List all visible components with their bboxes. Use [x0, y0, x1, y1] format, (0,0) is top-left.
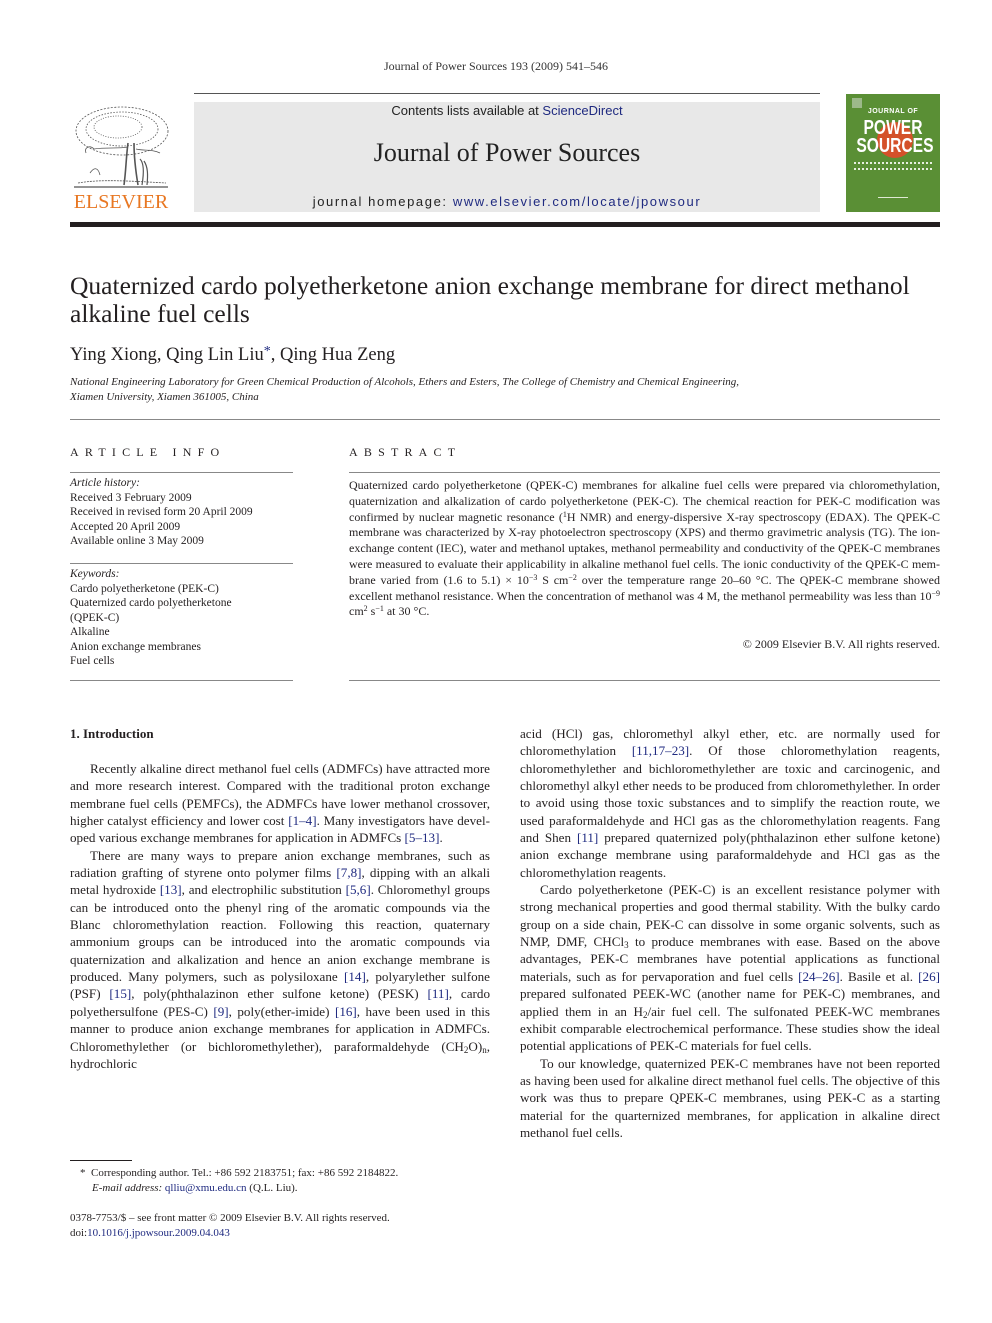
- cover-small-title: JOURNAL OF: [867, 108, 919, 115]
- front-matter: 0378-7753/$ – see front matter © 2009 El…: [70, 1211, 390, 1241]
- paragraph: Cardo polyetherketone (PEK-C) is an exce…: [520, 882, 940, 1054]
- section-heading-introduction: 1. Introduction: [70, 726, 154, 741]
- email-suffix: (Q.L. Liu).: [246, 1182, 298, 1194]
- cover-title-line2: SOURCES: [856, 135, 934, 157]
- keyword: Alkaline: [70, 626, 110, 638]
- history-item: Received in revised form 20 April 2009: [70, 506, 253, 518]
- citation-link[interactable]: [26]: [918, 969, 940, 984]
- history-item: Received 3 February 2009: [70, 491, 192, 504]
- keywords: Keywords: Cardo polyetherketone (PEK-C) …: [70, 567, 293, 669]
- keyword: Quaternized cardo polyetherketone: [70, 597, 232, 609]
- footnote-text: Corresponding author. Tel.: +86 592 2183…: [91, 1167, 399, 1179]
- author-name[interactable]: Qing Lin Liu: [166, 345, 264, 365]
- citation-link[interactable]: [11]: [427, 986, 448, 1001]
- contents-prefix: Contents lists available at: [391, 103, 543, 118]
- citation-link[interactable]: [7,8]: [336, 865, 361, 880]
- email-link[interactable]: qlliu@xmu.edu.cn: [165, 1182, 247, 1194]
- body-column-left: Recently alkaline direct methanol fuel c…: [70, 760, 490, 1072]
- author-list: Ying Xiong, Qing Lin Liu*, Qing Hua Zeng: [70, 344, 395, 366]
- citation-link[interactable]: [15]: [109, 986, 131, 1001]
- affiliation: National Engineering Laboratory for Gree…: [70, 375, 930, 404]
- elsevier-wordmark: ELSEVIER: [73, 191, 169, 213]
- email-label: E-mail address:: [92, 1182, 163, 1194]
- author-name[interactable]: Ying Xiong: [70, 345, 157, 365]
- divider: [70, 472, 293, 473]
- keyword: (QPEK-C): [70, 611, 120, 624]
- citation-link[interactable]: [13]: [160, 882, 182, 897]
- divider: [70, 419, 940, 420]
- cover-publisher-icon: [852, 98, 862, 108]
- elsevier-logo[interactable]: ELSEVIER: [70, 103, 172, 215]
- paragraph: There are many ways to prepare anion exc…: [70, 847, 491, 1071]
- homepage-prefix: journal homepage:: [312, 194, 453, 209]
- citation-link[interactable]: [1–4]: [288, 813, 316, 828]
- journal-banner: Contents lists available at ScienceDirec…: [194, 102, 820, 212]
- affiliation-line: National Engineering Laboratory for Gree…: [70, 376, 740, 388]
- keyword: Anion exchange membranes: [70, 640, 201, 653]
- citation-link[interactable]: [11]: [577, 830, 598, 845]
- divider: [349, 680, 940, 681]
- history-item: Accepted 20 April 2009: [70, 520, 181, 533]
- homepage-line: journal homepage: www.elsevier.com/locat…: [194, 194, 820, 209]
- citation-link[interactable]: [9]: [213, 1004, 228, 1019]
- author-name[interactable]: Qing Hua Zeng: [280, 345, 395, 365]
- journal-cover-thumbnail[interactable]: JOURNAL OF POWER SOURCES: [846, 94, 940, 212]
- abstract-copyright: © 2009 Elsevier B.V. All rights reserved…: [742, 637, 940, 651]
- header-rule: [194, 93, 820, 94]
- citation-link[interactable]: [24–26]: [798, 969, 839, 984]
- citation-link[interactable]: [14]: [344, 969, 366, 984]
- body-column-right: acid (HCl) gas, chloromethyl alkyl ether…: [520, 725, 940, 1141]
- paragraph: acid (HCl) gas, chloromethyl alkyl ether…: [520, 726, 940, 880]
- paragraph: Recently alkaline direct methanol fuel c…: [70, 761, 490, 846]
- keyword: Fuel cells: [70, 655, 115, 667]
- abstract-heading: ABSTRACT: [349, 445, 462, 459]
- corresponding-author-mark[interactable]: *: [264, 344, 271, 359]
- history-item: Available online 3 May 2009: [70, 535, 204, 547]
- citation-link[interactable]: [16]: [335, 1004, 357, 1019]
- keywords-label: Keywords:: [70, 568, 120, 580]
- corresponding-author-footnote: * Corresponding author. Tel.: +86 592 21…: [80, 1166, 398, 1196]
- author-separator: ,: [156, 345, 167, 365]
- contents-line: Contents lists available at ScienceDirec…: [194, 103, 820, 118]
- article-info-heading: ARTICLE INFO: [70, 445, 226, 459]
- doi-prefix: doi:: [70, 1227, 88, 1239]
- divider: [70, 563, 293, 564]
- citation-link[interactable]: [11,17–23]: [632, 743, 689, 758]
- masthead-rule: [70, 222, 940, 227]
- elsevier-tree-icon: [74, 106, 169, 188]
- article-title: Quaternized cardo polyetherketone anion …: [70, 271, 910, 328]
- issn-line: 0378-7753/$ – see front matter © 2009 El…: [70, 1212, 390, 1224]
- paragraph: To our knowledge, quaternized PEK-C memb…: [520, 1055, 940, 1140]
- article-history: Article history: Received 3 February 200…: [70, 476, 293, 549]
- citation-link[interactable]: [5,6]: [346, 882, 371, 897]
- divider: [349, 472, 940, 473]
- author-separator: ,: [270, 345, 280, 365]
- footnote-rule: [70, 1160, 132, 1161]
- citation-link[interactable]: [5–13]: [405, 830, 440, 845]
- doi-link[interactable]: 10.1016/j.jpowsour.2009.04.043: [87, 1227, 230, 1239]
- cover-sciencedirect-mark: [878, 192, 908, 198]
- divider: [70, 680, 293, 681]
- affiliation-line: Xiamen University, Xiamen 361005, China: [70, 390, 259, 403]
- abstract-text: Quaternized cardo polyetherketone (QPEK-…: [349, 478, 941, 619]
- cover-subtitle-lines: [854, 162, 932, 170]
- keyword: Cardo polyetherketone (PEK-C): [70, 582, 219, 595]
- history-label: Article history:: [70, 477, 140, 489]
- footnote-mark: *: [80, 1167, 86, 1179]
- journal-title: Journal of Power Sources: [373, 138, 641, 167]
- sciencedirect-link[interactable]: ScienceDirect: [542, 103, 622, 118]
- running-head: Journal of Power Sources 193 (2009) 541–…: [384, 59, 608, 73]
- homepage-link[interactable]: www.elsevier.com/locate/jpowsour: [453, 194, 701, 209]
